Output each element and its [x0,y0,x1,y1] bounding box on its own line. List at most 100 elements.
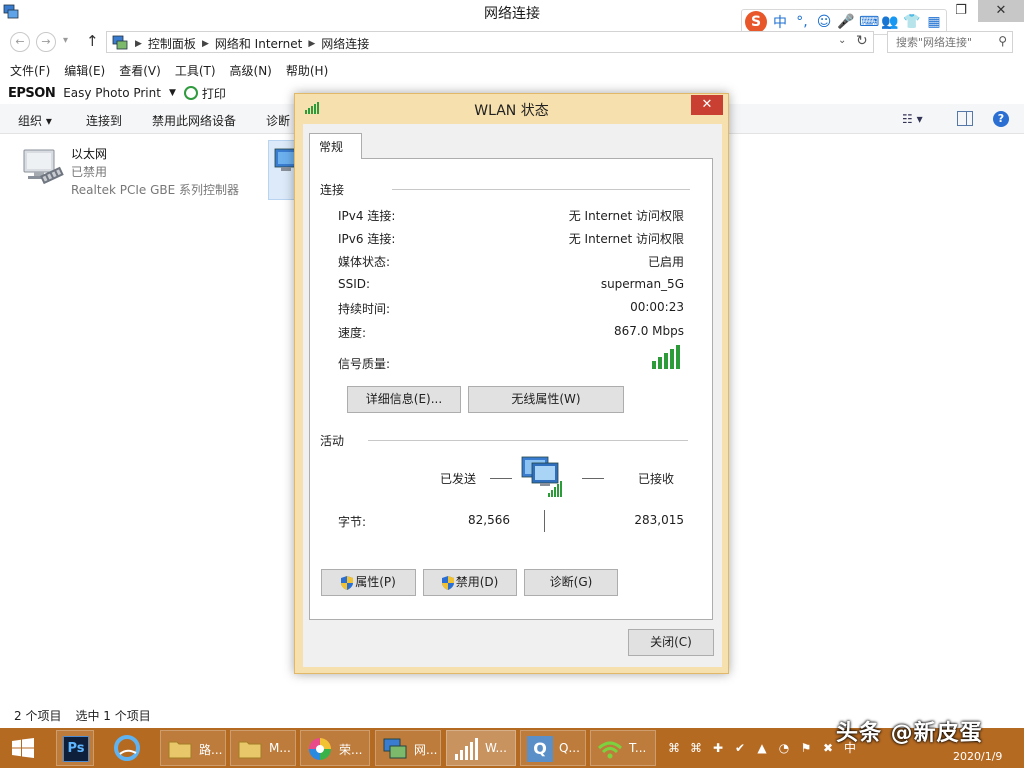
signal-quality-bars-icon [652,345,680,369]
taskbar-network-connections[interactable]: 网... [375,730,441,766]
up-arrow-icon[interactable]: ↑ [86,32,99,50]
address-dropdown-icon[interactable]: ⌄ [838,35,846,46]
tray-network-icon[interactable]: ⌘ [688,740,704,756]
breadcrumb-network-internet[interactable]: 网络和 Internet [215,35,302,52]
menu-tools[interactable]: 工具(T) [175,61,216,81]
dialog-close-button[interactable]: ✕ [691,95,723,115]
media-state-value: 已启用 [647,255,684,269]
network-activity-icon [521,456,562,497]
tray-volume-icon[interactable]: ✖ [820,740,836,756]
q-app-icon: Q [527,736,553,762]
tab-general[interactable]: 常规 [309,133,362,159]
organize-button[interactable]: 组织 ▾ [18,112,52,129]
recent-locations-chevron-icon[interactable]: ▾ [63,35,68,46]
wifi-app-icon [597,741,623,759]
sent-label: 已发送 [440,472,477,486]
group-divider [368,440,688,441]
ssid-value: superman_5G [600,277,684,291]
windows-start-icon[interactable] [12,738,34,758]
properties-button-label: 属性(P) [355,575,396,589]
details-button[interactable]: 详细信息(E)... [347,386,461,413]
duration-label: 持续时间: [338,302,391,316]
breadcrumb-separator-icon[interactable]: ▶ [202,39,209,49]
media-state-label: 媒体状态: [338,255,391,269]
breadcrumb-control-panel[interactable]: 控制面板 [148,35,196,52]
selected-count: 选中 1 个项目 [75,709,151,723]
back-arrow-icon[interactable]: ← [10,32,30,52]
forward-arrow-icon[interactable]: → [36,32,56,52]
tray-clock-icon[interactable]: ◔ [776,740,792,756]
speed-value: 867.0 Mbps [613,324,684,338]
wlan-connection-item[interactable] [268,140,297,200]
diagnose-command-button[interactable]: 诊断 [266,112,290,129]
taskbar-photoshop[interactable]: Ps [56,730,94,766]
folder-icon [168,741,192,759]
ipv4-value: 无 Internet 访问权限 [568,209,684,223]
signal-bar [670,349,674,369]
search-input[interactable] [888,32,992,52]
photoshop-icon: Ps [63,736,89,762]
signal-bar [664,353,668,369]
taskbar-browser[interactable] [106,730,154,766]
ipv6-label: IPv6 连接: [338,232,396,246]
signal-quality-label: 信号质量: [338,357,391,371]
breadcrumb-separator-icon[interactable]: ▶ [135,39,142,49]
item-count: 2 个项目 [14,709,62,723]
connect-to-button[interactable]: 连接到 [86,112,122,129]
ethernet-adapter-icon [23,149,64,185]
taskbar-folder-1-label: 路... [199,743,223,757]
menu-view[interactable]: 查看(V) [119,61,161,81]
tray-add-icon[interactable]: ✚ [710,740,726,756]
menu-edit[interactable]: 编辑(E) [64,61,105,81]
taskbar-q-app[interactable]: Q Q... [520,730,586,766]
wifi-signal-icon [455,738,478,760]
address-bar[interactable]: ▶ 控制面板 ▶ 网络和 Internet ▶ 网络连接 ⌄ ↻ [106,31,874,53]
network-folder-icon [383,738,407,759]
taskbar-folder-2[interactable]: M... [230,730,296,766]
breadcrumb-separator-icon[interactable]: ▶ [308,39,315,49]
menu-file[interactable]: 文件(F) [10,61,50,81]
taskbar-t-app[interactable]: T... [590,730,656,766]
system-tray: ⌘ ⌘ ✚ ✔ ▲ ◔ ⚑ ✖ 中 [666,740,858,756]
search-box[interactable]: ⚲ [887,31,1013,53]
preview-pane-icon[interactable] [957,111,973,126]
disable-button[interactable]: 禁用(D) [423,569,517,596]
chevron-down-icon[interactable]: ▼ [169,88,176,98]
breadcrumb: ▶ 控制面板 ▶ 网络和 Internet ▶ 网络连接 [135,35,369,52]
menu-advanced[interactable]: 高级(N) [230,61,272,81]
restore-button[interactable]: ❐ [946,0,976,22]
tray-network-icon[interactable]: ⌘ [666,740,682,756]
menu-help[interactable]: 帮助(H) [286,61,328,81]
signal-bar [658,357,662,369]
easy-photo-print-button[interactable]: Easy Photo Print [63,86,161,100]
properties-button[interactable]: 属性(P) [321,569,416,596]
uac-shield-icon [341,575,354,590]
wireless-properties-button[interactable]: 无线属性(W) [468,386,624,413]
search-icon[interactable]: ⚲ [998,34,1007,48]
taskbar-wlan-status[interactable]: W... [446,730,516,766]
connection-group-title: 连接 [320,183,345,197]
disable-device-button[interactable]: 禁用此网络设备 [152,112,236,129]
close-window-button[interactable]: ✕ [978,0,1024,22]
tray-signal-icon[interactable]: ▲ [754,740,770,756]
tray-flag-icon[interactable]: ⚑ [798,740,814,756]
breadcrumb-network-connections[interactable]: 网络连接 [321,35,369,52]
taskbar-app[interactable]: 荣... [300,730,370,766]
print-button[interactable]: 打印 [202,85,226,102]
control-panel-icon [112,35,128,50]
close-button[interactable]: 关闭(C) [628,629,714,656]
diagnose-button[interactable]: 诊断(G) [524,569,618,596]
clock-date[interactable]: 2020/1/9 [953,750,1002,763]
ethernet-state: 已禁用 [71,165,108,179]
view-options-icon[interactable]: ☷ ▾ [902,112,923,126]
refresh-icon[interactable]: ↻ [856,33,868,49]
general-tab-panel: 连接 IPv4 连接: 无 Internet 访问权限 IPv6 连接: 无 I… [309,158,713,620]
print-icon[interactable] [183,86,198,100]
sent-line [490,478,512,479]
wlan-status-dialog: WLAN 状态 ✕ 常规 连接 IPv4 连接: 无 Internet 访问权限… [294,93,729,674]
help-icon[interactable]: ? [993,111,1009,127]
taskbar-folder-1[interactable]: 路... [160,730,226,766]
activity-group-title: 活动 [320,434,345,448]
tray-security-icon[interactable]: ✔ [732,740,748,756]
ethernet-connection-item[interactable]: 以太网 已禁用 Realtek PCIe GBE 系列控制器 [14,144,274,198]
